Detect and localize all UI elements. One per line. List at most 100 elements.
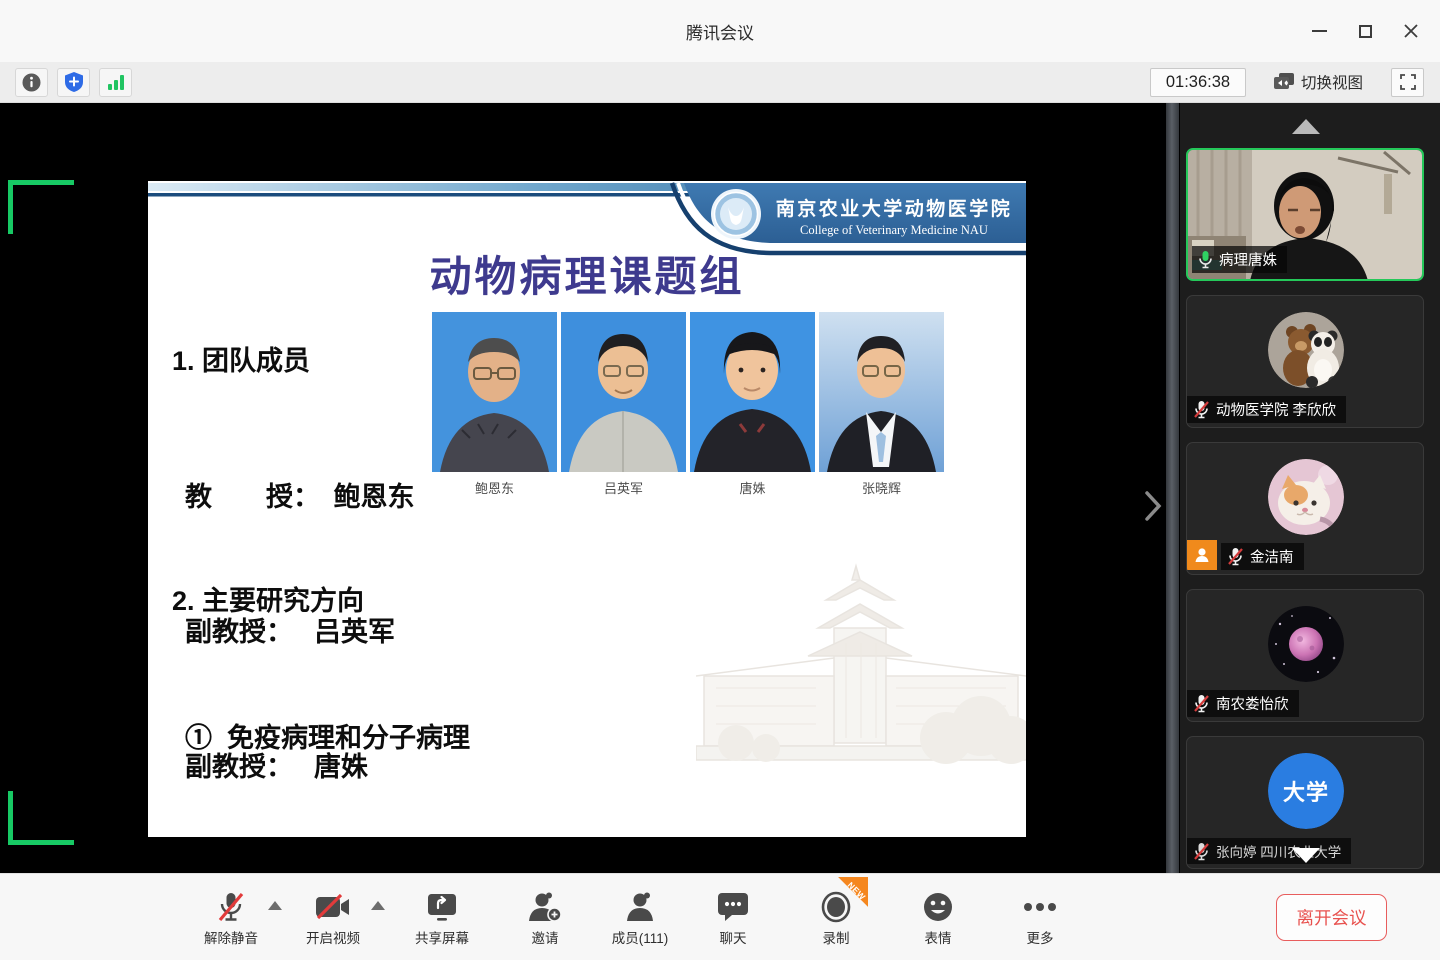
mic-options-caret[interactable] bbox=[268, 901, 282, 910]
share-corner-bottom bbox=[8, 840, 74, 845]
portrait-photo bbox=[819, 312, 944, 472]
network-status-button[interactable] bbox=[99, 68, 132, 97]
members-button[interactable]: 成员(111) bbox=[596, 889, 684, 947]
record-icon bbox=[820, 891, 852, 923]
university-subtitle: College of Veterinary Medicine NAU bbox=[768, 223, 1020, 238]
participant-avatar bbox=[1268, 312, 1344, 388]
start-video-label: 开启视频 bbox=[306, 927, 360, 947]
switch-view-button[interactable]: 切换视图 bbox=[1266, 67, 1371, 97]
sidebar-resizer[interactable] bbox=[1166, 103, 1179, 873]
share-corner-top-v bbox=[8, 180, 13, 234]
video-options-caret[interactable] bbox=[371, 901, 385, 910]
minimize-icon bbox=[1312, 30, 1327, 32]
participant-name: 张向婷 四川农业大学 bbox=[1216, 841, 1341, 861]
participant-role-badge bbox=[1187, 540, 1217, 570]
shared-screen-slide: 南京农业大学动物医学院 College of Veterinary Medici… bbox=[148, 181, 1026, 837]
chat-bubble-icon bbox=[717, 892, 749, 922]
mic-muted-icon bbox=[1193, 694, 1210, 713]
team-line: 教 授： 鲍恩东 bbox=[185, 475, 449, 520]
mic-muted-icon bbox=[1193, 842, 1210, 861]
switch-view-label: 切换视图 bbox=[1301, 71, 1363, 93]
leave-meeting-button[interactable]: 离开会议 bbox=[1276, 894, 1387, 941]
close-icon bbox=[1403, 23, 1419, 39]
building-watermark bbox=[696, 548, 1026, 833]
portrait-caption: 吕英军 bbox=[561, 478, 686, 497]
participant-name-strip: 张向婷 四川农业大学 bbox=[1187, 838, 1351, 864]
more-button[interactable]: 更多 bbox=[996, 889, 1084, 947]
participant-tile[interactable]: 金洁南 bbox=[1186, 442, 1424, 575]
participant-name-strip: 金洁南 bbox=[1221, 543, 1304, 570]
participant-name: 金洁南 bbox=[1250, 546, 1294, 567]
avatar-initials: 大学 bbox=[1268, 753, 1344, 829]
sidebar-collapse-chevron[interactable] bbox=[1142, 489, 1164, 523]
portrait-caption: 唐姝 bbox=[690, 478, 815, 497]
participant-name-strip: 南农娄怡欣 bbox=[1187, 690, 1299, 717]
participant-tile[interactable]: 动物医学院 李欣欣 bbox=[1186, 295, 1424, 428]
maximize-button[interactable] bbox=[1342, 8, 1388, 54]
scroll-down-arrow[interactable] bbox=[1292, 848, 1320, 863]
window-title: 腾讯会议 bbox=[686, 19, 754, 44]
share-screen-button[interactable]: 共享屏幕 bbox=[398, 889, 486, 947]
slide-title: 动物病理课题组 bbox=[148, 243, 1026, 304]
close-button[interactable] bbox=[1388, 8, 1434, 54]
invite-button[interactable]: 邀请 bbox=[501, 889, 589, 947]
share-corner-bottom-v bbox=[8, 791, 13, 845]
fullscreen-icon bbox=[1400, 74, 1416, 90]
more-dots-icon bbox=[1023, 902, 1057, 912]
record-button[interactable]: NEW 录制 bbox=[792, 889, 880, 947]
share-screen-label: 共享屏幕 bbox=[415, 927, 469, 947]
bottom-control-bar: 解除静音 开启视频 共享屏幕 bbox=[0, 873, 1440, 960]
more-label: 更多 bbox=[1027, 927, 1054, 947]
participant-tile[interactable]: 病理唐姝 bbox=[1186, 148, 1424, 281]
chat-label: 聊天 bbox=[720, 927, 747, 947]
portrait-photo bbox=[690, 312, 815, 472]
title-bar: 腾讯会议 bbox=[0, 0, 1440, 62]
research-item: ① 免疫病理和分子病理 bbox=[185, 716, 659, 761]
scroll-up-arrow[interactable] bbox=[1292, 119, 1320, 134]
photo-card: 唐姝 bbox=[690, 312, 815, 497]
participant-tile[interactable]: 南农娄怡欣 bbox=[1186, 589, 1424, 722]
emoji-button[interactable]: 表情 bbox=[894, 889, 982, 947]
members-icon bbox=[624, 892, 656, 922]
photo-card: 吕英军 bbox=[561, 312, 686, 497]
team-heading: 1. 团队成员 bbox=[172, 339, 310, 378]
participant-name-strip: 病理唐姝 bbox=[1192, 246, 1287, 273]
team-photo-row: 鲍恩东 吕英军 bbox=[432, 312, 944, 497]
portrait-caption: 鲍恩东 bbox=[432, 478, 557, 497]
meeting-info-button[interactable] bbox=[15, 68, 48, 97]
invite-label: 邀请 bbox=[532, 927, 559, 947]
photo-card: 鲍恩东 bbox=[432, 312, 557, 497]
research-heading: 2. 主要研究方向 bbox=[172, 579, 364, 618]
network-signal-icon bbox=[107, 74, 125, 91]
emoji-label: 表情 bbox=[925, 927, 952, 947]
participant-avatar: 大学 bbox=[1268, 753, 1344, 829]
meeting-timer: 01:36:38 bbox=[1150, 68, 1246, 97]
portrait-caption: 张晓辉 bbox=[819, 478, 944, 497]
security-shield-icon bbox=[65, 72, 83, 92]
portrait-photo bbox=[561, 312, 686, 472]
minimize-button[interactable] bbox=[1296, 8, 1342, 54]
mic-on-icon bbox=[1198, 250, 1213, 269]
mic-muted-icon bbox=[1193, 400, 1210, 419]
info-icon bbox=[22, 73, 41, 92]
start-video-button[interactable]: 开启视频 bbox=[289, 889, 377, 947]
share-corner-top bbox=[8, 180, 74, 185]
share-screen-icon bbox=[425, 892, 459, 922]
person-badge-icon bbox=[1193, 546, 1211, 564]
unmute-button[interactable]: 解除静音 bbox=[187, 889, 275, 947]
invite-person-icon bbox=[528, 892, 562, 922]
portrait-photo bbox=[432, 312, 557, 472]
participant-name-strip: 动物医学院 李欣欣 bbox=[1187, 396, 1346, 423]
meeting-toolbar: 01:36:38 切换视图 bbox=[0, 62, 1440, 103]
security-button[interactable] bbox=[57, 68, 90, 97]
maximize-icon bbox=[1359, 25, 1372, 38]
participant-name: 南农娄怡欣 bbox=[1216, 693, 1289, 714]
participant-name: 病理唐姝 bbox=[1219, 249, 1277, 270]
participant-avatar bbox=[1268, 606, 1344, 682]
record-label: 录制 bbox=[823, 927, 850, 947]
chat-button[interactable]: 聊天 bbox=[689, 889, 777, 947]
mic-muted-icon bbox=[217, 891, 245, 923]
university-name: 南京农业大学动物医学院 bbox=[768, 194, 1020, 221]
fullscreen-button[interactable] bbox=[1391, 68, 1424, 97]
research-lines: ① 免疫病理和分子病理 ② 应激的分子机制及抗应激药物筛选 ③ 病原致病机制，病… bbox=[185, 627, 659, 837]
